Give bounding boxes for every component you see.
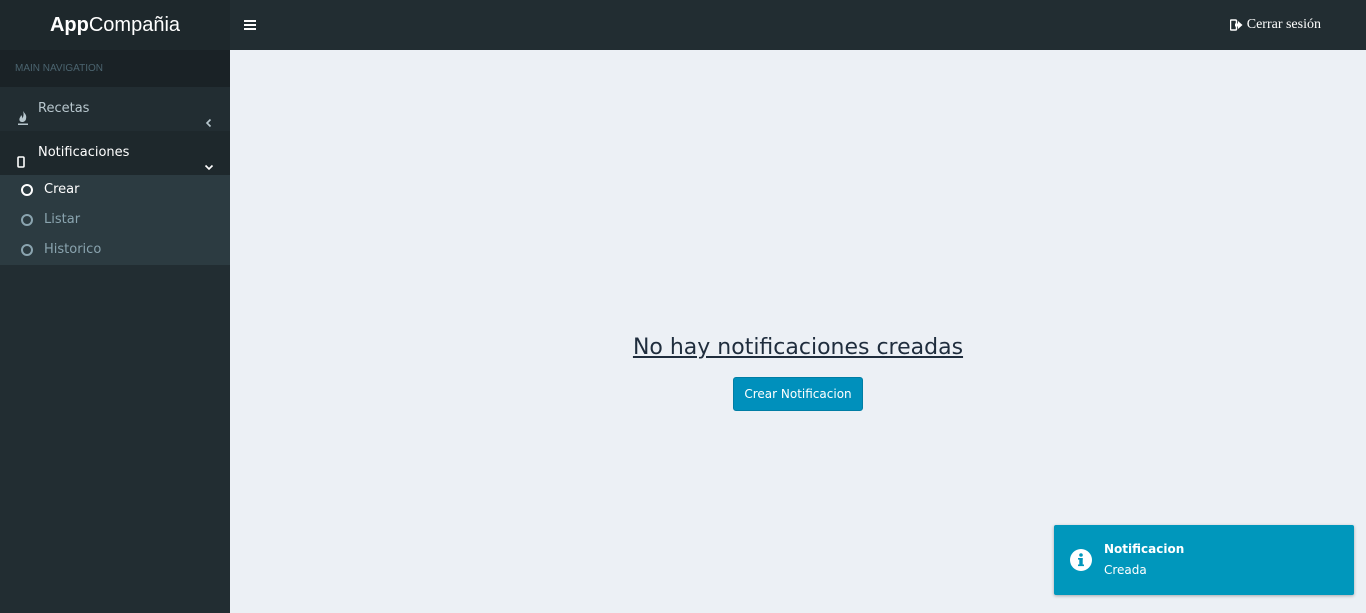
sign-out-icon: [1229, 19, 1243, 31]
empty-state-message: No hay notificaciones creadas: [632, 335, 964, 360]
logo-light-text: Compañia: [88, 14, 181, 36]
logout-button[interactable]: Cerrar sesión: [1229, 0, 1321, 50]
logout-label: Cerrar sesión: [1246, 17, 1321, 32]
sidebar: MAIN NAVIGATION Recetas Notificaciones C…: [0, 50, 230, 613]
submenu-item-crear[interactable]: Crear: [0, 175, 230, 205]
circle-icon: [21, 214, 33, 226]
toast-message: Creada: [1104, 563, 1147, 577]
circle-icon: [21, 244, 33, 256]
chevron-left-icon: [204, 103, 214, 128]
toast-title: Notificacion: [1104, 542, 1185, 556]
submenu-item-label: Listar: [44, 212, 81, 227]
mobile-icon: [16, 145, 30, 168]
sidebar-toggle-icon[interactable]: [243, 17, 259, 33]
submenu-item-listar[interactable]: Listar: [0, 205, 230, 235]
submenu-item-historico[interactable]: Historico: [0, 235, 230, 265]
circle-icon: [21, 184, 33, 196]
top-header: AppCompañia Cerrar sesión: [0, 0, 1366, 50]
sidebar-item-notificaciones[interactable]: Notificaciones: [0, 131, 230, 175]
info-circle-icon: [1069, 548, 1093, 572]
logo-bold-text: App: [49, 14, 89, 36]
chevron-down-icon: [204, 147, 214, 171]
nav-header: MAIN NAVIGATION: [0, 50, 230, 87]
submenu-item-label: Crear: [44, 182, 80, 197]
toast-notification[interactable]: Notificacion Creada: [1054, 525, 1354, 595]
submenu-item-label: Historico: [44, 242, 102, 257]
sidebar-item-recetas[interactable]: Recetas: [0, 87, 230, 131]
sidebar-item-label: Recetas: [38, 101, 90, 116]
fire-icon: [16, 101, 30, 125]
notificaciones-submenu: Crear Listar Historico: [0, 175, 230, 265]
sidebar-item-label: Notificaciones: [38, 145, 130, 160]
app-logo[interactable]: AppCompañia: [0, 0, 230, 50]
create-notification-button[interactable]: Crear Notificacion: [733, 377, 863, 411]
